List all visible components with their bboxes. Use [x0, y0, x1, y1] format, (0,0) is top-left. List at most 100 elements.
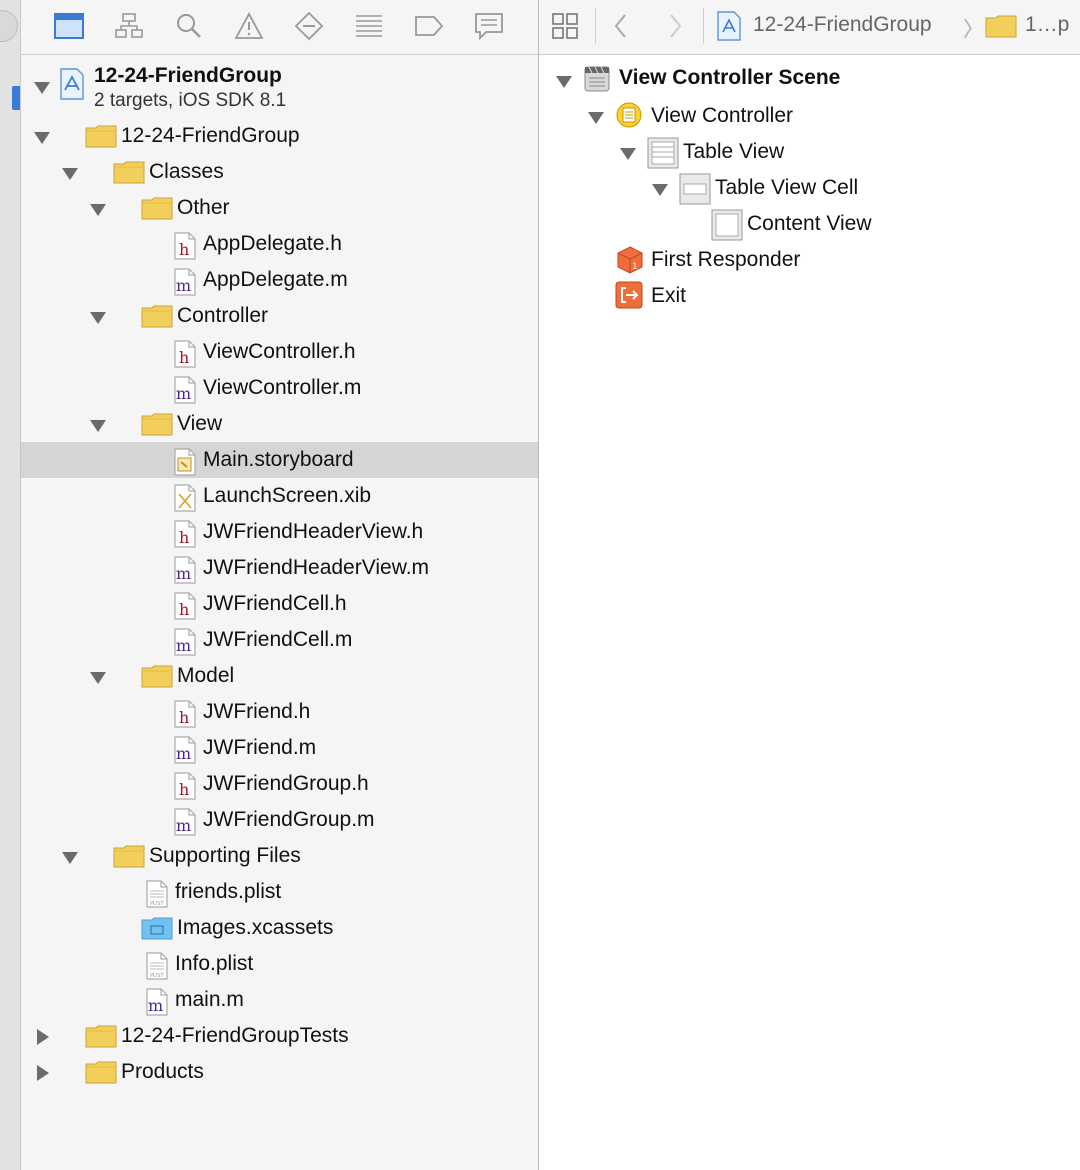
- jump-bar-project-label[interactable]: 12-24-FriendGroup: [753, 13, 932, 37]
- header-file-icon: h: [173, 700, 203, 728]
- file-row[interactable]: m JWFriendHeaderView.m: [21, 550, 538, 586]
- outline-row[interactable]: View Controller: [539, 98, 1080, 134]
- svg-text:h: h: [179, 708, 189, 727]
- header-file-icon: h: [173, 772, 203, 800]
- plist-file-icon: PLIST: [145, 952, 175, 980]
- navigator-item-label: AppDelegate.h: [203, 232, 342, 255]
- folder-row[interactable]: Controller: [21, 298, 538, 334]
- file-row[interactable]: Images.xcassets: [21, 910, 538, 946]
- outline-item-label: Content View: [747, 212, 872, 235]
- folder-icon: [141, 196, 173, 220]
- debug-navigator-icon[interactable]: [351, 10, 387, 42]
- project-navigator-icon[interactable]: [51, 10, 87, 42]
- file-row[interactable]: h AppDelegate.h: [21, 226, 538, 262]
- disclosure-triangle-icon[interactable]: [619, 144, 637, 162]
- outline-row[interactable]: 1 First Responder: [539, 242, 1080, 278]
- jump-bar-folder-label[interactable]: 1…p: [1025, 13, 1069, 37]
- outline-item-label: View Controller: [651, 104, 794, 127]
- table-view-icon: [647, 137, 679, 169]
- disclosure-triangle-icon[interactable]: [89, 200, 107, 218]
- file-row[interactable]: m ViewController.m: [21, 370, 538, 406]
- file-row[interactable]: h JWFriend.h: [21, 694, 538, 730]
- folder-row[interactable]: 12-24-FriendGroup: [21, 118, 538, 154]
- project-root-row[interactable]: 12-24-FriendGroup 2 targets, iOS SDK 8.1: [21, 60, 538, 116]
- report-navigator-icon[interactable]: [471, 10, 507, 42]
- window-control-button[interactable]: [0, 10, 18, 42]
- folder-row[interactable]: 12-24-FriendGroupTests: [21, 1018, 538, 1054]
- scene-icon: [583, 65, 613, 92]
- file-row[interactable]: Main.storyboard: [21, 442, 538, 478]
- jump-bar-separator-icon: 〉: [963, 18, 984, 41]
- file-row[interactable]: LaunchScreen.xib: [21, 478, 538, 514]
- issue-navigator-icon[interactable]: [231, 10, 267, 42]
- navigator-item-label: Info.plist: [175, 952, 254, 975]
- outline-row[interactable]: Table View Cell: [539, 170, 1080, 206]
- navigator-item-label: Model: [177, 664, 235, 687]
- exit-icon: [615, 281, 645, 309]
- navigator-item-label: JWFriend.m: [203, 736, 317, 759]
- navigator-item-label: LaunchScreen.xib: [203, 484, 372, 507]
- disclosure-triangle-icon[interactable]: [61, 164, 79, 182]
- svg-text:h: h: [179, 348, 189, 367]
- disclosure-triangle-icon[interactable]: [33, 1028, 51, 1046]
- forward-chevron-icon[interactable]: [657, 10, 693, 42]
- disclosure-triangle-icon[interactable]: [33, 78, 51, 96]
- disclosure-triangle-icon[interactable]: [61, 848, 79, 866]
- outline-row[interactable]: Content View: [539, 206, 1080, 242]
- disclosure-triangle-icon[interactable]: [89, 416, 107, 434]
- symbol-navigator-icon[interactable]: [111, 10, 147, 42]
- file-row[interactable]: h JWFriendGroup.h: [21, 766, 538, 802]
- breakpoint-navigator-icon[interactable]: [411, 10, 447, 42]
- disclosure-triangle-icon[interactable]: [89, 308, 107, 326]
- related-items-icon[interactable]: [547, 10, 583, 42]
- navigator-item-label: Products: [121, 1060, 204, 1083]
- disclosure-triangle-icon[interactable]: [587, 108, 605, 126]
- navigator-item-label: ViewController.h: [203, 340, 356, 363]
- find-navigator-icon[interactable]: [171, 10, 207, 42]
- outline-row[interactable]: Table View: [539, 134, 1080, 170]
- file-row[interactable]: h JWFriendHeaderView.h: [21, 514, 538, 550]
- svg-text:h: h: [179, 600, 189, 619]
- file-row[interactable]: m JWFriend.m: [21, 730, 538, 766]
- folder-icon: [141, 412, 173, 436]
- file-row[interactable]: h JWFriendCell.h: [21, 586, 538, 622]
- file-row[interactable]: PLIST friends.plist: [21, 874, 538, 910]
- outline-row[interactable]: View Controller Scene: [539, 62, 1080, 98]
- window-edge: [0, 0, 21, 1170]
- project-subtitle: 2 targets, iOS SDK 8.1: [94, 90, 287, 111]
- document-outline-pane: 12-24-FriendGroup 〉 1…p View Controller …: [539, 0, 1080, 1170]
- file-row[interactable]: PLIST Info.plist: [21, 946, 538, 982]
- disclosure-triangle-icon[interactable]: [33, 128, 51, 146]
- outline-row[interactable]: Exit: [539, 278, 1080, 314]
- svg-text:m: m: [176, 636, 191, 655]
- project-file-icon[interactable]: [711, 10, 747, 42]
- disclosure-triangle-icon[interactable]: [89, 668, 107, 686]
- outline-item-label: First Responder: [651, 248, 801, 271]
- storyboard-file-icon: [173, 448, 203, 476]
- back-chevron-icon[interactable]: [603, 10, 639, 42]
- navigator-item-label: JWFriendGroup.h: [203, 772, 369, 795]
- navigator-item-label: JWFriendHeaderView.h: [203, 520, 424, 543]
- file-row[interactable]: h ViewController.h: [21, 334, 538, 370]
- folder-row[interactable]: Other: [21, 190, 538, 226]
- file-row[interactable]: m AppDelegate.m: [21, 262, 538, 298]
- file-row[interactable]: m main.m: [21, 982, 538, 1018]
- file-row[interactable]: m JWFriendCell.m: [21, 622, 538, 658]
- disclosure-triangle-icon[interactable]: [555, 72, 573, 90]
- svg-text:h: h: [179, 528, 189, 547]
- folder-row[interactable]: Supporting Files: [21, 838, 538, 874]
- source-file-icon: m: [145, 988, 175, 1016]
- jump-bar: 12-24-FriendGroup 〉 1…p: [539, 0, 1080, 55]
- svg-text:PLIST: PLIST: [150, 973, 164, 979]
- navigator-item-label: JWFriendGroup.m: [203, 808, 375, 831]
- disclosure-triangle-icon[interactable]: [651, 180, 669, 198]
- folder-row[interactable]: Classes: [21, 154, 538, 190]
- navigator-item-label: Classes: [149, 160, 224, 183]
- file-row[interactable]: m JWFriendGroup.m: [21, 802, 538, 838]
- folder-row[interactable]: View: [21, 406, 538, 442]
- xib-file-icon: [173, 484, 203, 512]
- folder-row[interactable]: Model: [21, 658, 538, 694]
- test-navigator-icon[interactable]: [291, 10, 327, 42]
- disclosure-triangle-icon[interactable]: [33, 1064, 51, 1082]
- folder-row[interactable]: Products: [21, 1054, 538, 1090]
